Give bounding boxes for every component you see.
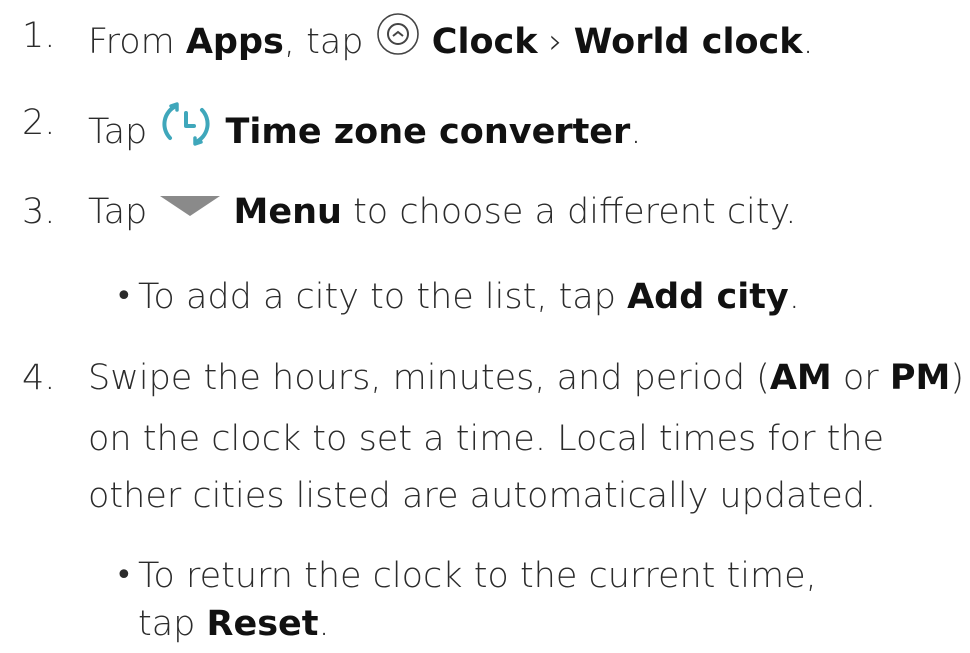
- step-3-menu: Menu: [233, 192, 342, 232]
- step-2-text-1: Tap: [88, 112, 159, 152]
- step-3-number: 3.: [22, 192, 56, 232]
- step-1-separator: ›: [537, 22, 574, 62]
- step-3-add-city: Add city: [627, 277, 789, 317]
- step-3-text-2: to choose a different city.: [341, 192, 797, 232]
- step-4-text-2: or: [831, 358, 890, 398]
- step-4-bullet-text-2: tap: [138, 604, 207, 644]
- step-3-bullet-marker: •: [115, 279, 133, 314]
- clock-app-icon: [375, 11, 421, 67]
- step-4-bullet-text-3: .: [318, 604, 330, 644]
- step-4-text-3: ): [950, 358, 964, 398]
- menu-triangle-icon: [158, 186, 222, 228]
- step-1-clock: Clock: [431, 22, 538, 62]
- step-4-reset: Reset: [206, 604, 319, 644]
- step-4-line-3: other cities listed are automatically up…: [88, 476, 877, 516]
- step-2-text-2: .: [630, 112, 642, 152]
- step-1-text-3: .: [802, 22, 814, 62]
- step-3-bullet-text-1: To add a city to the list, tap: [138, 277, 628, 317]
- step-4-bullet-line-1: To return the clock to the current time,: [138, 556, 817, 596]
- step-4-am: AM: [769, 358, 832, 398]
- step-4-bullet-line-2: tap Reset.: [138, 603, 330, 645]
- step-4-number: 4.: [22, 358, 56, 398]
- step-1-text-1: From: [88, 22, 186, 62]
- step-4-text-1: Swipe the hours, minutes, and period (: [88, 358, 770, 398]
- step-4-line-2: on the clock to set a time. Local times …: [88, 419, 885, 459]
- step-1-apps: Apps: [185, 22, 284, 62]
- step-1-text: From Apps, tap Clock › World clock.: [88, 13, 814, 71]
- step-3-text: Tap Menu to choose a different city.: [88, 191, 796, 234]
- step-2-text: Tap Time zone converter.: [88, 102, 641, 164]
- step-4-pm: PM: [889, 358, 951, 398]
- step-1-world-clock: World clock: [573, 22, 803, 62]
- step-4-line-1: Swipe the hours, minutes, and period (AM…: [88, 357, 964, 399]
- step-3-bullet-text-2: .: [788, 277, 800, 317]
- time-zone-converter-icon: [158, 98, 214, 160]
- step-1-text-2: , tap: [283, 22, 375, 62]
- step-3-text-1: Tap: [88, 192, 159, 232]
- step-3-bullet-text: To add a city to the list, tap Add city.: [138, 276, 800, 318]
- step-1-number: 1.: [22, 16, 56, 56]
- step-2-number: 2.: [22, 103, 56, 143]
- step-4-bullet-marker: •: [115, 558, 133, 593]
- step-2-time-zone-converter: Time zone converter: [225, 112, 631, 152]
